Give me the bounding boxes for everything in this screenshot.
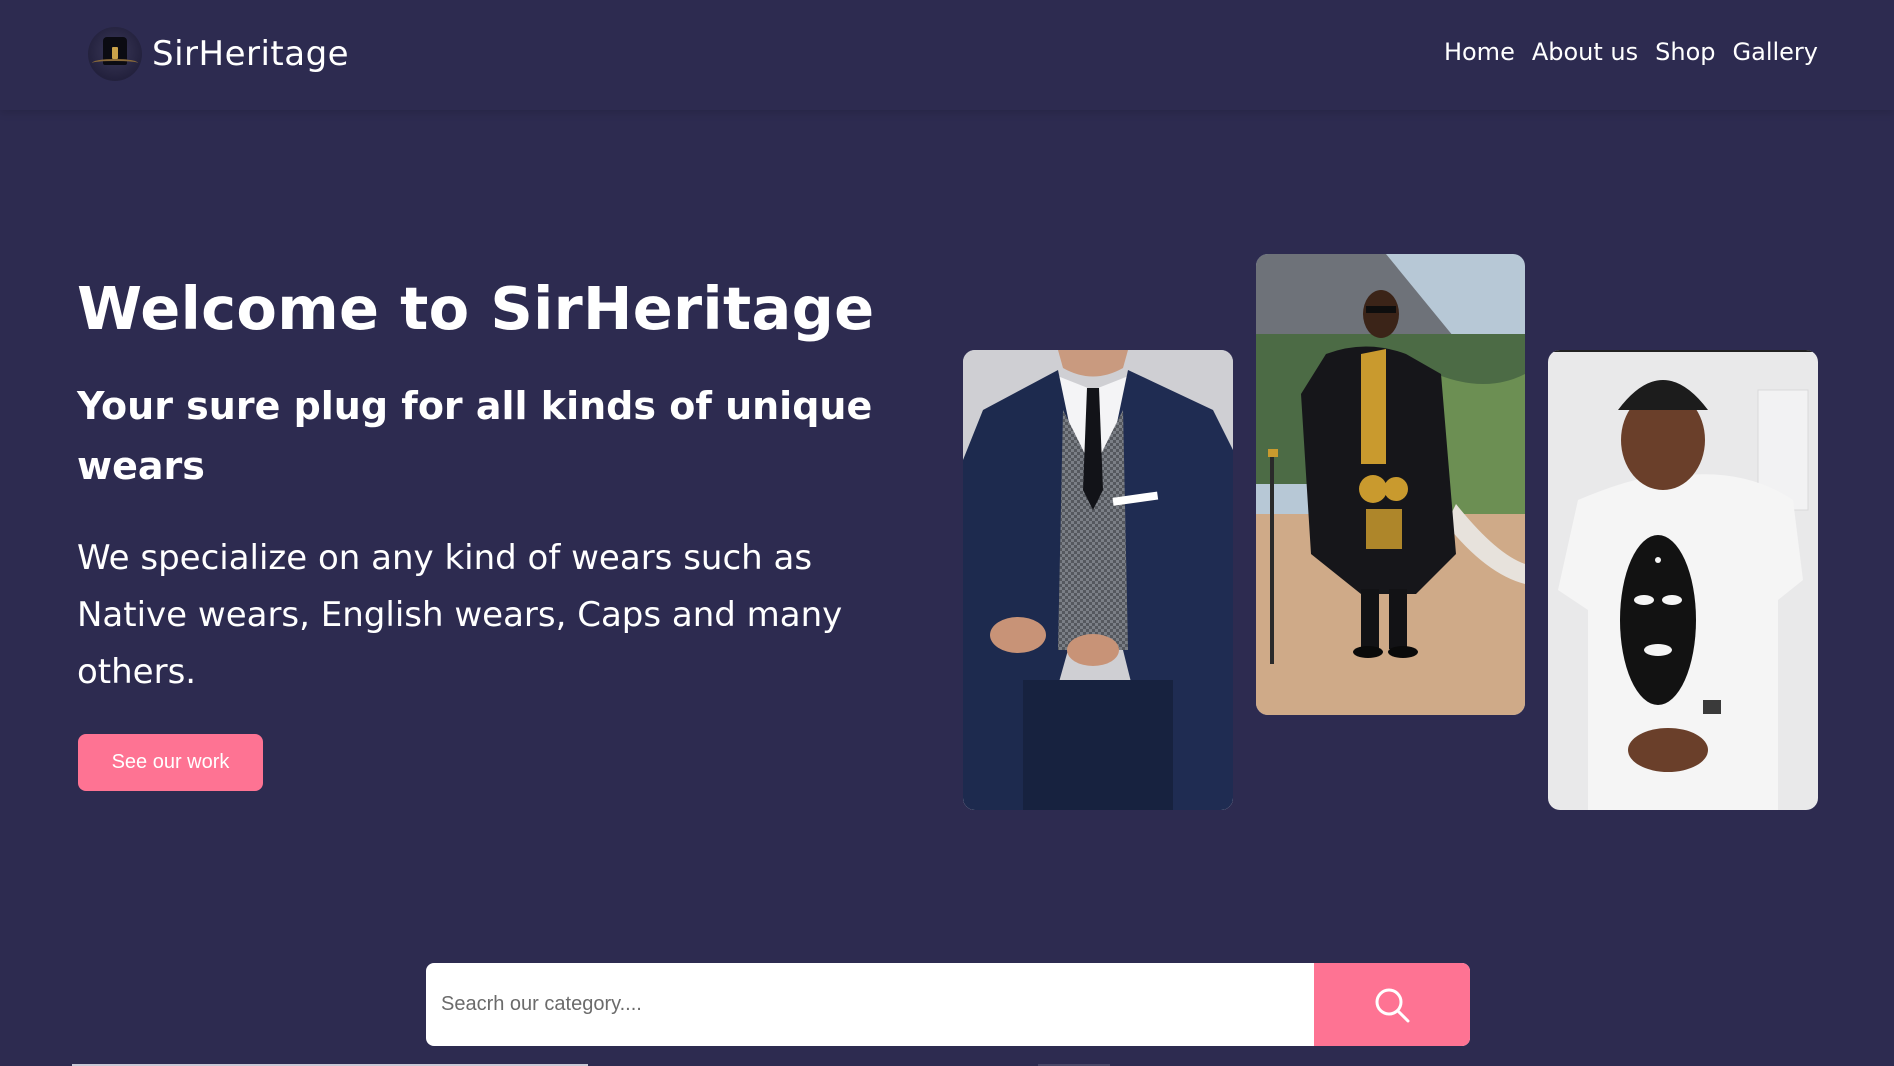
site-header: SirHeritage Home About us Shop Gallery — [0, 0, 1894, 110]
search-button[interactable] — [1314, 963, 1470, 1046]
nav-shop[interactable]: Shop — [1655, 38, 1715, 66]
hero-title: Welcome to SirHeritage — [77, 274, 875, 343]
gallery-photo-agbada — [1256, 254, 1525, 715]
hero-description: We specialize on any kind of wears such … — [77, 538, 843, 692]
brand-name[interactable]: SirHeritage — [152, 34, 349, 74]
hero-subtitle: Your sure plug for all kinds of unique w… — [77, 384, 873, 488]
gallery-photo-suit — [963, 350, 1233, 810]
nav-home[interactable]: Home — [1444, 38, 1515, 66]
nav-gallery[interactable]: Gallery — [1733, 38, 1818, 66]
main-nav: Home About us Shop Gallery — [1444, 38, 1818, 66]
category-search — [426, 963, 1470, 1046]
search-input[interactable] — [426, 963, 1314, 1046]
heritage-logo-icon[interactable] — [88, 27, 142, 81]
gallery-photo-white-native — [1548, 350, 1818, 810]
brand[interactable]: SirHeritage — [88, 27, 349, 81]
search-icon — [1375, 988, 1410, 1022]
see-our-work-button[interactable]: See our work — [78, 734, 263, 791]
nav-about-us[interactable]: About us — [1532, 38, 1638, 66]
